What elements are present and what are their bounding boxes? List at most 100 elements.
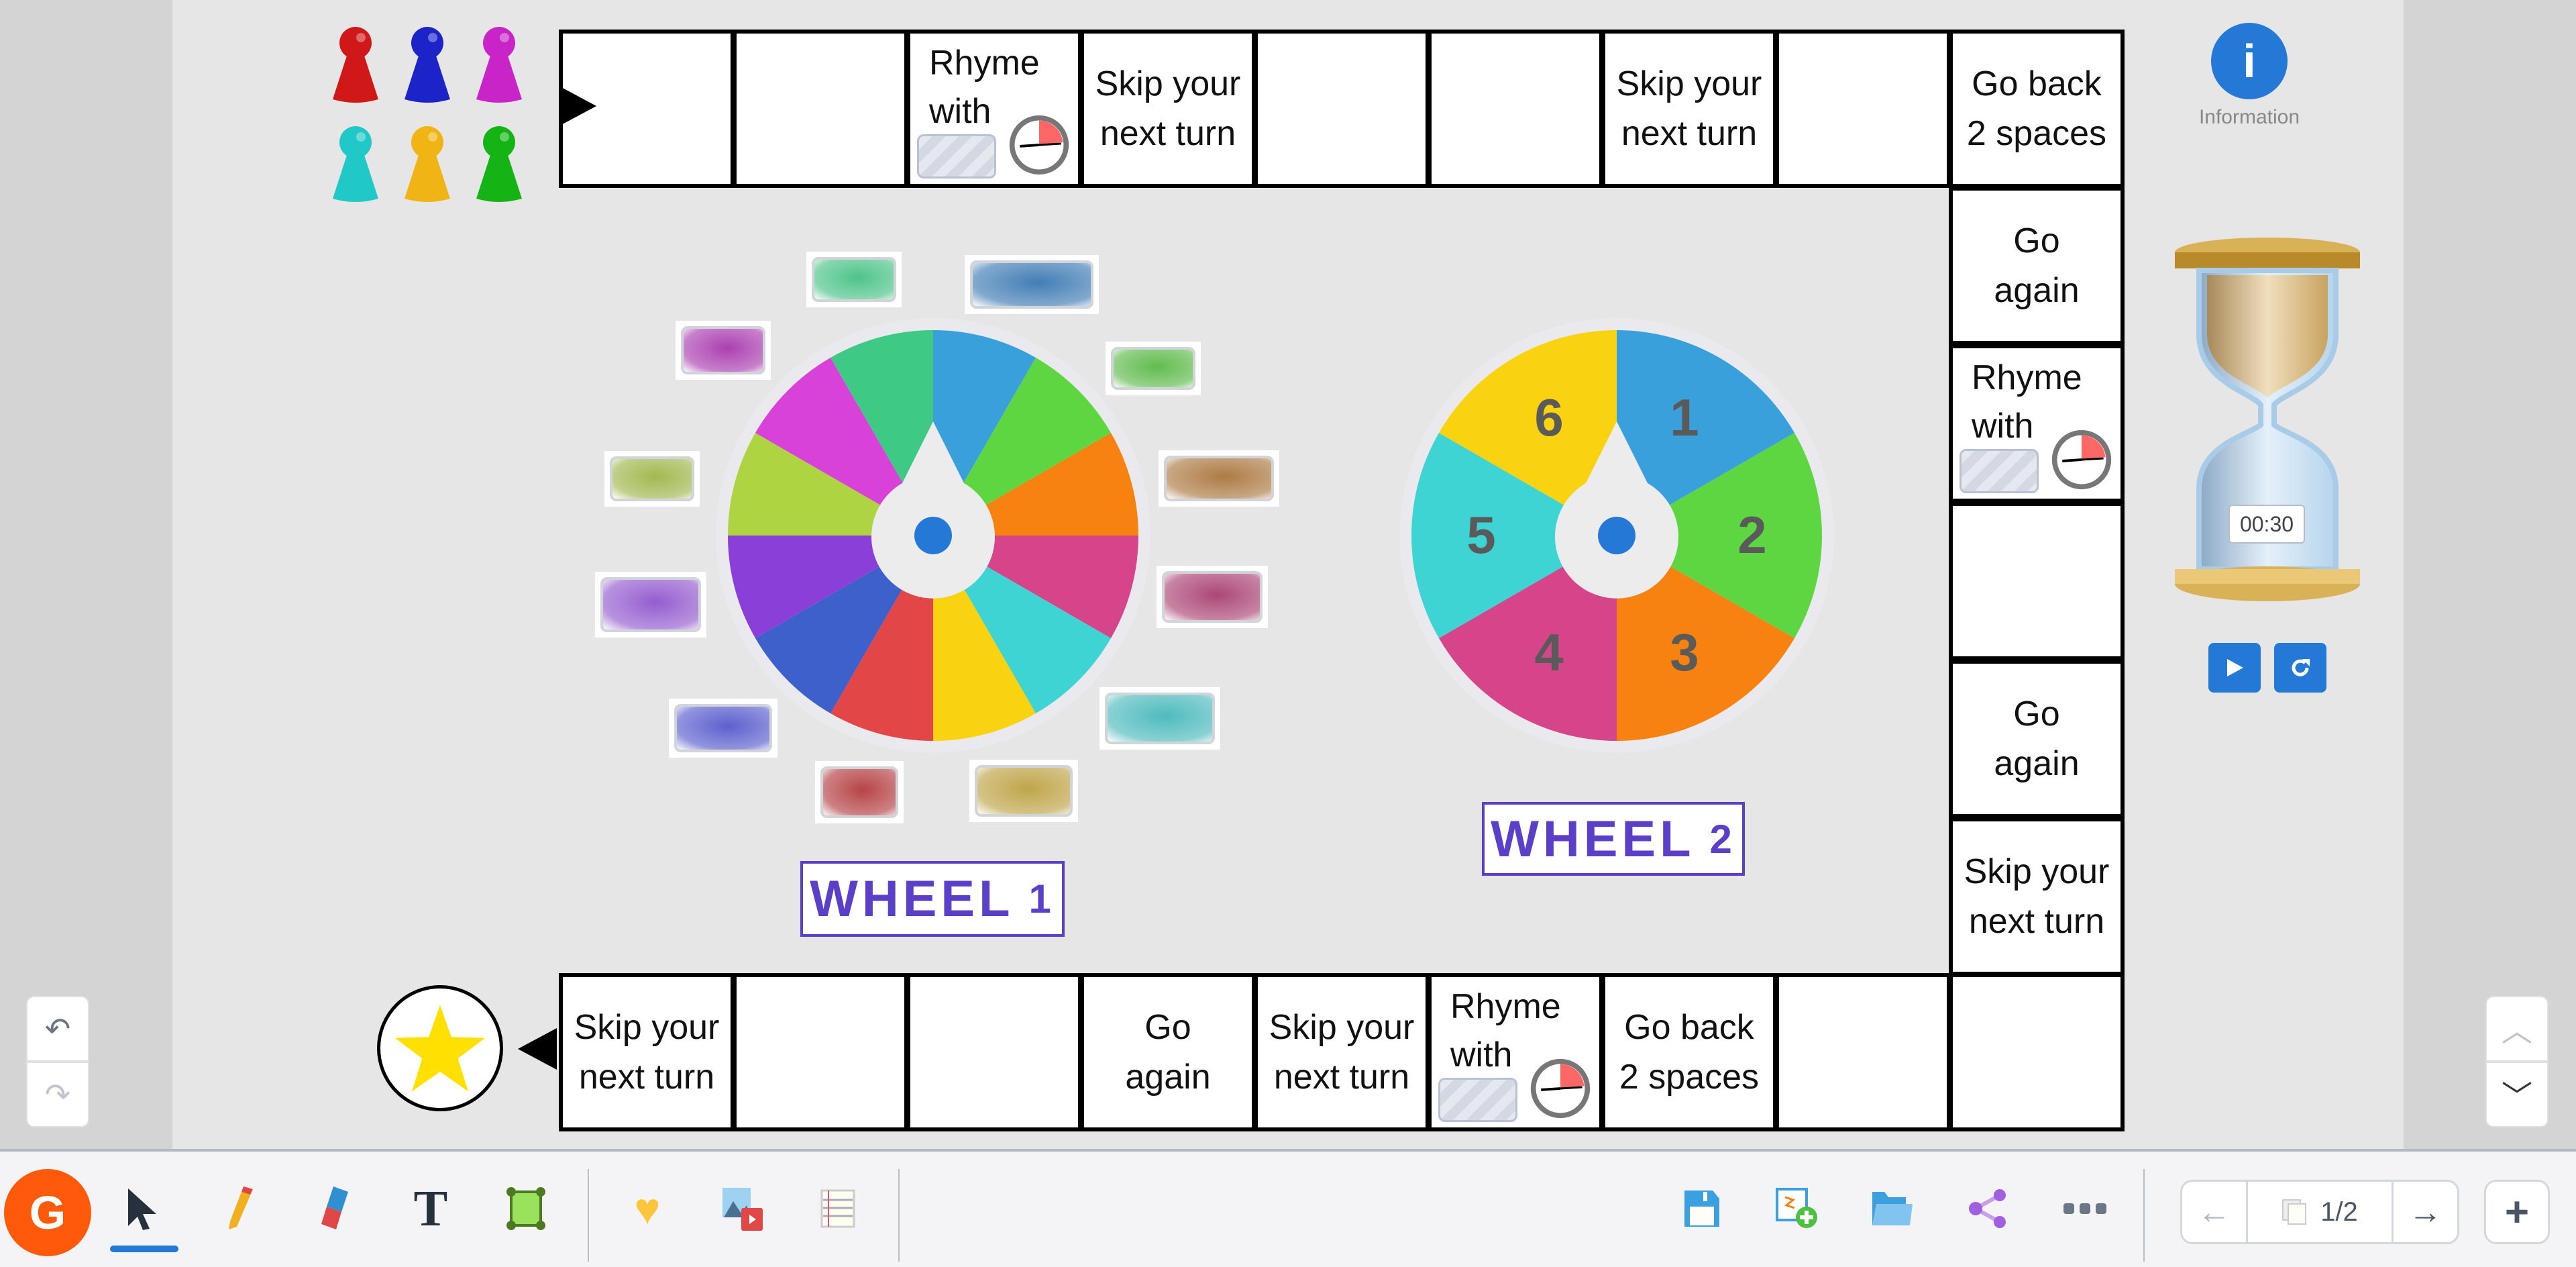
star-icon (394, 1005, 486, 1092)
pages-icon (2282, 1199, 2307, 1225)
board-space[interactable] (1428, 30, 1603, 188)
board-space[interactable]: Rhyme with (906, 30, 1082, 188)
card-face (1164, 456, 1274, 501)
wheel-1-spinner[interactable] (712, 314, 1155, 757)
board-space[interactable] (733, 973, 908, 1131)
eraser-tool-button[interactable] (305, 1178, 366, 1239)
share-button[interactable] (1957, 1178, 2018, 1239)
toolbar-divider (2143, 1169, 2145, 1262)
wheel-segment-number: 5 (1466, 505, 1495, 564)
board-space[interactable] (1949, 973, 2125, 1131)
board-space[interactable] (733, 30, 908, 188)
board-space[interactable]: Skip your next turn (559, 973, 735, 1131)
board-space[interactable] (1775, 30, 1951, 188)
page-navigator: ← 1/2 → (2180, 1180, 2459, 1244)
toolbar-divider (898, 1169, 900, 1262)
finish-arrow-icon (518, 1028, 557, 1070)
player-pawn[interactable] (472, 123, 526, 204)
player-pawn[interactable] (329, 123, 382, 204)
add-page-button[interactable] (1767, 1178, 1827, 1239)
save-button[interactable] (1672, 1178, 1732, 1239)
player-pawn[interactable] (329, 24, 382, 105)
media-button[interactable] (712, 1178, 773, 1239)
scroll-down-button[interactable]: ﹀ (2485, 1062, 2548, 1127)
wheel-segment-number: 1 (1670, 388, 1699, 447)
shape-tool-button[interactable] (496, 1178, 556, 1239)
information-label: Information (2198, 106, 2300, 128)
hidden-answer-card[interactable] (1159, 450, 1279, 507)
more-icon (2063, 1203, 2106, 1214)
finish-star-token[interactable] (377, 985, 503, 1111)
scroll-up-button[interactable]: ︿ (2485, 996, 2548, 1062)
timer-play-button[interactable] (2208, 643, 2261, 693)
board-space[interactable]: Go again (1949, 660, 2125, 818)
notebook-button[interactable] (808, 1178, 868, 1239)
toolbar-divider (588, 1169, 589, 1262)
board-space-label: Skip your next turn (1616, 64, 1762, 153)
wheel-segment-number: 3 (1670, 623, 1699, 682)
wheel-center-dot (1598, 517, 1635, 554)
board-space-label: Skip your next turn (1269, 1008, 1415, 1097)
save-icon (1684, 1190, 1719, 1227)
folder-icon (1872, 1192, 1913, 1225)
board-space[interactable] (1775, 973, 1951, 1131)
board-space[interactable]: Skip your next turn (1254, 973, 1430, 1131)
timer-clock-icon (1530, 1058, 1591, 1119)
timer-display: 00:30 (2229, 505, 2305, 544)
app-logo-button[interactable]: G (4, 1169, 91, 1256)
wheel-2-spinner[interactable]: 123 456 (1395, 314, 1838, 757)
hidden-answer-card[interactable] (806, 251, 902, 307)
text-tool-button[interactable]: T (400, 1178, 461, 1239)
select-tool-button[interactable] (113, 1178, 173, 1239)
wheel-1-title: WHEEL (810, 870, 1014, 927)
more-options-button[interactable] (2055, 1178, 2115, 1239)
board-space-label: Go again (1125, 1008, 1211, 1097)
board-space[interactable]: Go again (1949, 187, 2125, 345)
previous-page-button[interactable]: ← (2182, 1182, 2248, 1242)
word-placeholder[interactable] (1438, 1078, 1517, 1122)
card-face (812, 256, 896, 302)
hidden-answer-card[interactable] (604, 450, 700, 507)
active-tool-indicator (110, 1246, 178, 1252)
stickers-button[interactable]: ♥ (617, 1178, 678, 1239)
hidden-answer-card[interactable] (965, 255, 1099, 314)
board-space[interactable]: Skip your next turn (1601, 30, 1777, 188)
pencil-tool-button[interactable] (210, 1178, 270, 1239)
board-space-label: Go again (1994, 221, 2080, 310)
hidden-answer-card[interactable] (1157, 565, 1268, 628)
redo-button[interactable]: ↷ (26, 1062, 89, 1127)
timer-reset-button[interactable] (2274, 643, 2326, 693)
add-new-page-button[interactable]: + (2484, 1180, 2550, 1244)
player-pawn[interactable] (400, 24, 454, 105)
board-space[interactable]: Rhyme with (1949, 344, 2125, 503)
plus-icon: + (2504, 1188, 2530, 1235)
hidden-answer-card[interactable] (595, 572, 706, 638)
page-indicator[interactable]: 1/2 (2248, 1197, 2392, 1227)
board-space[interactable] (1254, 30, 1430, 188)
word-placeholder[interactable] (917, 134, 996, 179)
card-face (975, 764, 1073, 817)
hidden-answer-card[interactable] (969, 759, 1078, 822)
wheel-segment-number: 6 (1534, 388, 1563, 447)
board-space[interactable] (906, 973, 1082, 1131)
board-space[interactable]: Rhyme with (1428, 973, 1603, 1131)
player-pawn[interactable] (400, 123, 454, 204)
undo-button[interactable]: ↶ (26, 996, 89, 1062)
board-space[interactable]: Go again (1080, 973, 1256, 1131)
board-space-label: Go back 2 spaces (1966, 64, 2107, 153)
player-pawn[interactable] (472, 24, 526, 105)
board-space[interactable]: Go back 2 spaces (1949, 30, 2125, 188)
board-space[interactable] (1949, 502, 2125, 660)
hidden-answer-card[interactable] (815, 760, 904, 823)
board-space[interactable]: Skip your next turn (1949, 817, 2125, 976)
board-space[interactable]: Go back 2 spaces (1601, 973, 1777, 1131)
board-space-label: Skip your next turn (1095, 64, 1241, 153)
information-button[interactable]: i Information (2194, 23, 2305, 137)
board-space-label: Skip your next turn (574, 1008, 720, 1097)
board-space-label: Skip your next turn (1964, 852, 2110, 941)
board-space[interactable]: Skip your next turn (1080, 30, 1256, 188)
wheel-segment-number: 4 (1534, 623, 1563, 682)
open-folder-button[interactable] (1862, 1178, 1923, 1239)
word-placeholder[interactable] (1960, 449, 2039, 493)
next-page-button[interactable]: → (2392, 1182, 2457, 1242)
